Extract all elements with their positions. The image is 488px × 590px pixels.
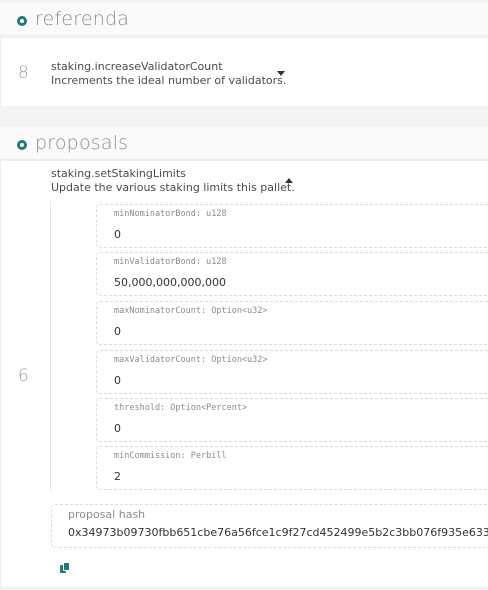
proposal-call-name: staking.setStakingLimits — [51, 167, 186, 180]
proposal-hash-value[interactable]: 0x34973b09730fbb651cbe76a56fce1c9f27cd45… — [68, 526, 488, 539]
param-value: 2 — [114, 470, 121, 483]
referendum-call-name: staking.increaseValidatorCount — [51, 60, 223, 73]
referenda-title: referenda — [35, 8, 130, 30]
param-label: minCommission: Perbill — [114, 451, 227, 461]
proposal-params: minNominatorBond: u128 0 minValidatorBon… — [50, 201, 488, 491]
param-threshold: threshold: Option<Percent> 0 — [96, 398, 488, 442]
param-max-nominator-count: maxNominatorCount: Option<u32> 0 — [96, 301, 488, 345]
referendum-index: 8 — [18, 63, 29, 83]
param-min-commission: minCommission: Perbill 2 — [96, 446, 488, 490]
param-max-validator-count: maxValidatorCount: Option<u32> 0 — [96, 350, 488, 394]
param-label: minValidatorBond: u128 — [114, 257, 227, 267]
proposal-index: 6 — [18, 366, 29, 386]
proposals-title: proposals — [35, 132, 129, 154]
param-label: threshold: Option<Percent> — [114, 403, 248, 413]
referenda-section-header: referenda — [0, 3, 488, 36]
param-label: maxNominatorCount: Option<u32> — [114, 306, 268, 316]
proposal-hash: proposal hash 0x34973b09730fbb651cbe76a5… — [51, 504, 488, 548]
referendum-card: 8 staking.increaseValidatorCount Increme… — [0, 37, 488, 107]
param-label: maxValidatorCount: Option<u32> — [114, 355, 268, 365]
section-bullet-icon — [17, 16, 27, 26]
section-bullet-icon — [17, 140, 27, 150]
copy-icon[interactable] — [59, 562, 71, 574]
referendum-call-description: Increments the ideal number of validator… — [51, 74, 287, 87]
param-value: 0 — [114, 422, 121, 435]
param-label: minNominatorBond: u128 — [114, 209, 227, 219]
param-value: 0 — [114, 228, 121, 241]
param-min-validator-bond: minValidatorBond: u128 50,000,000,000,00… — [96, 252, 488, 296]
param-min-nominator-bond: minNominatorBond: u128 0 — [96, 204, 488, 248]
proposal-call-description: Update the various staking limits this p… — [51, 181, 295, 194]
chevron-up-icon[interactable] — [285, 178, 293, 183]
proposal-hash-label: proposal hash — [68, 508, 146, 521]
chevron-down-icon[interactable] — [277, 71, 285, 76]
param-value: 0 — [114, 325, 121, 338]
param-value: 0 — [114, 374, 121, 387]
proposals-section-header: proposals — [0, 127, 488, 160]
param-value: 50,000,000,000,000 — [114, 276, 226, 289]
